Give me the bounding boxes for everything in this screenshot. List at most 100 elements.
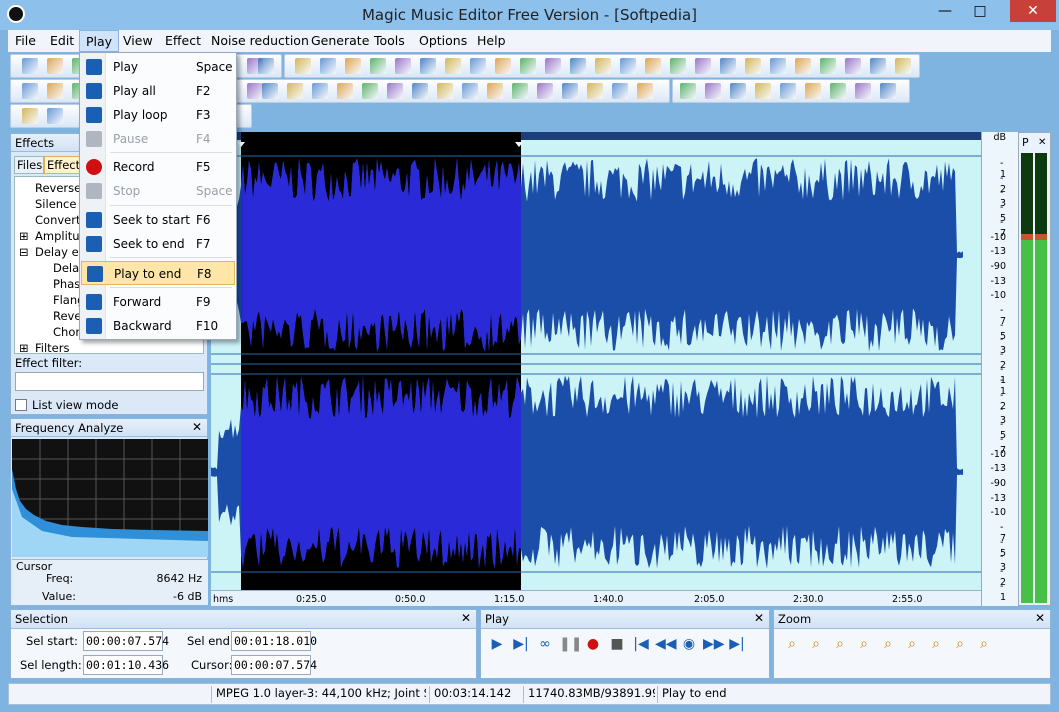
toolbar-button-icon[interactable] — [512, 83, 528, 99]
close-icon[interactable]: ✕ — [461, 611, 471, 625]
toolbar-button-icon[interactable] — [845, 58, 861, 74]
menu-view[interactable]: View — [123, 33, 153, 48]
toolbar-button-icon[interactable] — [620, 58, 636, 74]
toolbar-button-icon[interactable] — [612, 83, 628, 99]
toolbar-button-icon[interactable] — [830, 83, 846, 99]
menu-item-forward[interactable]: Forward F9 — [81, 290, 235, 314]
toolbar-button-icon[interactable] — [47, 58, 63, 74]
zoom-icon[interactable]: ⌕ — [902, 634, 922, 654]
toolbar-button-icon[interactable] — [462, 83, 478, 99]
toolbar-button-icon[interactable] — [562, 83, 578, 99]
toolbar-button-icon[interactable] — [755, 83, 771, 99]
toolbar-button-icon[interactable] — [387, 83, 403, 99]
close-button[interactable]: ✕ — [1010, 0, 1056, 22]
zoom-icon[interactable]: ⌕ — [926, 634, 946, 654]
toolbar-button-icon[interactable] — [262, 83, 278, 99]
toolbar-button-icon[interactable] — [22, 83, 38, 99]
menu-file[interactable]: File — [15, 33, 36, 48]
toolbar-button-icon[interactable] — [645, 58, 661, 74]
list-view-checkbox[interactable] — [15, 399, 27, 411]
toolbar-button-icon[interactable] — [312, 83, 328, 99]
toolbar-button-icon[interactable] — [730, 83, 746, 99]
effect-filter-input[interactable] — [15, 372, 204, 391]
collapse-icon[interactable]: ⊟ — [19, 245, 29, 259]
tab-files[interactable]: Files — [14, 156, 44, 174]
menu-tools[interactable]: Tools — [374, 33, 405, 48]
close-icon[interactable]: ✕ — [1035, 611, 1045, 625]
toolbar-button-icon[interactable] — [362, 83, 378, 99]
toolbar-button-icon[interactable] — [22, 108, 38, 124]
toolbar-button-icon[interactable] — [880, 83, 896, 99]
menu-play[interactable]: Play — [79, 30, 120, 52]
toolbar-button-icon[interactable] — [495, 58, 511, 74]
toolbar-button-icon[interactable] — [895, 58, 911, 74]
sel-length-field[interactable]: 00:01:10.436 — [83, 655, 169, 675]
menu-item-play-loop[interactable]: Play loop F3 — [81, 103, 235, 127]
menu-item-play-all[interactable]: Play all F2 — [81, 79, 235, 103]
toolbar-button-icon[interactable] — [855, 83, 871, 99]
toolbar-button-icon[interactable] — [820, 58, 836, 74]
menu-item-pause[interactable]: Pause F4 — [81, 127, 235, 151]
cursor-field[interactable]: 00:00:07.574 — [231, 655, 317, 675]
close-icon[interactable]: ✕ — [192, 420, 202, 434]
menu-item-seek-to-start[interactable]: Seek to start F6 — [81, 208, 235, 232]
loop-icon[interactable]: ∞ — [535, 634, 555, 654]
zoom-icon[interactable]: ⌕ — [782, 634, 802, 654]
toolbar-button-icon[interactable] — [805, 83, 821, 99]
toolbar-button-icon[interactable] — [695, 58, 711, 74]
toolbar-button-icon[interactable] — [705, 83, 721, 99]
zoom-icon[interactable]: ⌕ — [878, 634, 898, 654]
toolbar-button-icon[interactable] — [487, 83, 503, 99]
seek-end-icon[interactable]: ▶| — [727, 634, 747, 654]
sel-end-field[interactable]: 00:01:18.010 — [231, 631, 317, 651]
toolbar-button-icon[interactable] — [587, 83, 603, 99]
toolbar-button-icon[interactable] — [22, 58, 38, 74]
play-all-icon[interactable]: ▶| — [511, 634, 531, 654]
menu-item-seek-to-end[interactable]: Seek to end F7 — [81, 232, 235, 256]
menu-item-record[interactable]: Record F5 — [81, 155, 235, 179]
toolbar-button-icon[interactable] — [680, 83, 696, 99]
menu-item-stop[interactable]: Stop Space — [81, 179, 235, 203]
expand-icon[interactable]: ⊞ — [19, 341, 29, 355]
forward-icon[interactable]: ▶▶ — [703, 634, 725, 654]
waveform-canvas[interactable] — [211, 132, 981, 590]
close-icon[interactable]: ✕ — [754, 611, 764, 625]
waveform-area[interactable] — [211, 132, 981, 590]
tree-item[interactable]: Silence — [35, 197, 76, 211]
close-icon[interactable]: ✕ — [1038, 137, 1046, 148]
menu-item-play[interactable]: Play Space — [81, 55, 235, 79]
toolbar-button-icon[interactable] — [445, 58, 461, 74]
toolbar-button-icon[interactable] — [258, 58, 274, 74]
toolbar-button-icon[interactable] — [345, 58, 361, 74]
toolbar-button-icon[interactable] — [670, 58, 686, 74]
toolbar-button-icon[interactable] — [870, 58, 886, 74]
backward-icon[interactable]: ◀◀ — [655, 634, 677, 654]
tree-item[interactable]: Reve — [53, 309, 81, 323]
menu-generate[interactable]: Generate — [311, 33, 369, 48]
toolbar-button-icon[interactable] — [287, 83, 303, 99]
toolbar-button-icon[interactable] — [370, 58, 386, 74]
sel-start-field[interactable]: 00:00:07.574 — [83, 631, 169, 651]
minimize-button[interactable]: — — [930, 0, 960, 22]
toolbar-button-icon[interactable] — [780, 83, 796, 99]
toolbar-button-icon[interactable] — [595, 58, 611, 74]
menu-effect[interactable]: Effect — [165, 33, 201, 48]
toolbar-button-icon[interactable] — [570, 58, 586, 74]
toolbar-button-icon[interactable] — [47, 108, 63, 124]
menu-options[interactable]: Options — [419, 33, 467, 48]
tree-item[interactable]: Reverse — [35, 181, 81, 195]
toolbar-button-icon[interactable] — [437, 83, 453, 99]
toolbar-button-icon[interactable] — [395, 58, 411, 74]
menu-edit[interactable]: Edit — [50, 33, 74, 48]
seek-start-icon[interactable]: |◀ — [631, 634, 651, 654]
toolbar-button-icon[interactable] — [47, 83, 63, 99]
toolbar-button-icon[interactable] — [745, 58, 761, 74]
zoom-icon[interactable]: ⌕ — [950, 634, 970, 654]
menu-item-backward[interactable]: Backward F10 — [81, 314, 235, 338]
toolbar-button-icon[interactable] — [320, 58, 336, 74]
tab-effects[interactable]: Effects — [44, 156, 86, 174]
maximize-button[interactable]: □ — [965, 0, 995, 22]
toolbar-button-icon[interactable] — [637, 83, 653, 99]
toolbar-button-icon[interactable] — [247, 83, 263, 99]
toolbar-button-icon[interactable] — [412, 83, 428, 99]
